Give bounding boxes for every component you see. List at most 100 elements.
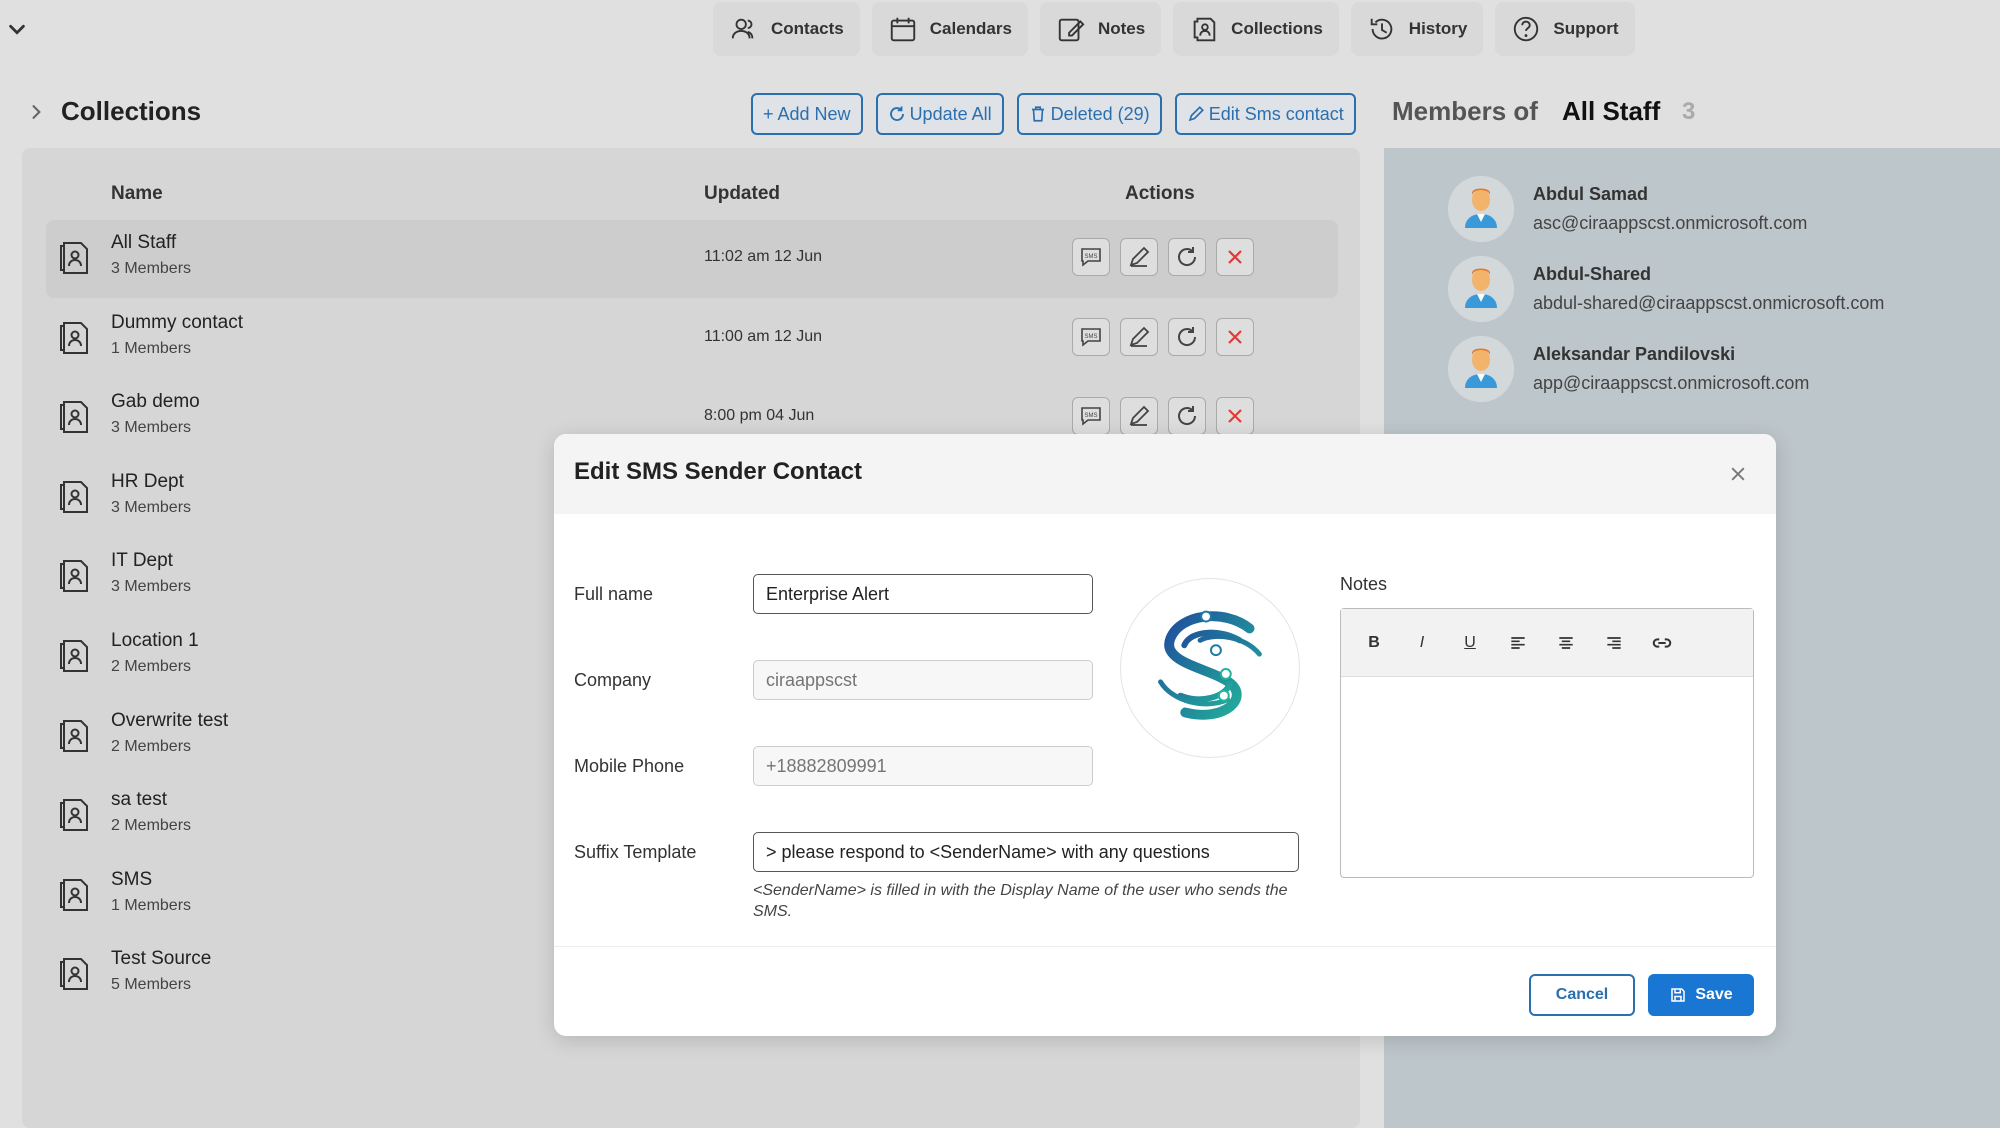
history-icon (1370, 18, 1393, 40)
close-icon (1228, 250, 1242, 264)
column-header-name[interactable]: Name (111, 183, 163, 205)
collection-name: SMS (111, 868, 153, 890)
update-all-button[interactable]: Update All (875, 93, 1004, 135)
italic-button[interactable]: I (1409, 630, 1435, 656)
edit-button[interactable] (1120, 317, 1158, 356)
collection-row[interactable]: Dummy contact 1 Members 11:00 am 12 Jun SMS (46, 300, 1338, 378)
sms-button[interactable]: SMS (1072, 397, 1110, 436)
company-label: Company (574, 670, 652, 690)
nav-label: Calendars (929, 19, 1012, 38)
column-header-actions: Actions (1125, 183, 1195, 204)
nav-notes[interactable]: Notes (1039, 2, 1162, 56)
pencil-icon (1129, 326, 1150, 347)
svg-text:SMS: SMS (1084, 254, 1097, 260)
collection-name: All Staff (111, 232, 177, 253)
company-input[interactable] (753, 660, 1093, 700)
refresh-button[interactable] (1168, 238, 1206, 276)
help-icon (1514, 16, 1539, 42)
nav-label: Notes (1097, 19, 1146, 38)
chevron-right-icon[interactable] (26, 102, 46, 122)
close-icon[interactable] (1728, 464, 1748, 484)
collection-name: Dummy contact (111, 311, 243, 333)
refresh-button[interactable] (1168, 317, 1206, 356)
align-center-button[interactable] (1553, 630, 1579, 656)
collection-updated: 8:00 pm 04 Jun (704, 407, 815, 425)
edit-button[interactable] (1120, 238, 1158, 276)
sms-button[interactable]: SMS (1072, 317, 1110, 356)
collection-members-count: 3 Members (111, 419, 192, 437)
user-avatar-icon (1448, 256, 1514, 322)
dialog-footer-divider (554, 946, 1776, 947)
top-navigation-bar: Contacts Calendars Notes Collections His… (0, 0, 2000, 82)
row-actions: SMS (1072, 397, 1254, 436)
member-item[interactable]: Aleksandar Pandilovski app@ciraappscst.on… (1448, 336, 1988, 408)
collections-toolbar: + Add New Update All Deleted (29) Edit S… (751, 93, 1356, 135)
page-title: Collections (61, 96, 202, 126)
collection-row[interactable]: All Staff 3 Members 11:02 am 12 Jun SMS (46, 220, 1338, 298)
sender-logo-icon (1158, 610, 1262, 720)
nav-label: Contacts (771, 19, 844, 38)
deleted-button[interactable]: Deleted (29) (1016, 93, 1162, 135)
member-item[interactable]: Abdul Samad asc@ciraappscst.onmicrosoft.c… (1448, 176, 1988, 248)
avatar (1448, 336, 1514, 402)
pencil-icon (1129, 405, 1150, 427)
chevron-down-icon[interactable] (6, 18, 28, 40)
collection-name: IT Dept (111, 550, 173, 572)
full-name-label: Full name (574, 584, 654, 604)
add-new-button[interactable]: + Add New (751, 93, 863, 135)
suffix-template-input[interactable] (753, 832, 1299, 872)
align-right-icon (1607, 636, 1621, 649)
column-header-updated[interactable]: Updated (704, 183, 780, 205)
sms-icon: SMS (1081, 248, 1101, 267)
nav-support[interactable]: Support (1495, 2, 1635, 56)
dialog-header: Edit SMS Sender Contact (554, 434, 1776, 514)
deleted-label: Deleted (29) (1050, 103, 1150, 124)
collection-members-count: 1 Members (111, 896, 192, 914)
mobile-phone-label: Mobile Phone (574, 756, 685, 776)
collection-icon (60, 878, 88, 911)
delete-button[interactable] (1216, 238, 1254, 276)
collection-name: Test Source (111, 948, 212, 970)
full-name-input[interactable] (753, 574, 1093, 614)
add-new-label: + Add New (763, 103, 851, 124)
align-right-button[interactable] (1601, 630, 1627, 656)
delete-button[interactable] (1216, 317, 1254, 356)
nav-calendars[interactable]: Calendars (871, 2, 1028, 56)
members-count: 3 (1682, 98, 1696, 125)
underline-button[interactable]: U (1457, 630, 1483, 656)
refresh-icon (889, 106, 904, 121)
edit-sms-sender-dialog: Edit SMS Sender Contact Full name Compan… (554, 434, 1776, 1036)
nav-collections[interactable]: Collections (1173, 2, 1339, 56)
link-button[interactable] (1649, 630, 1675, 656)
edit-button[interactable] (1120, 397, 1158, 436)
save-button[interactable]: Save (1648, 974, 1754, 1016)
sms-button[interactable]: SMS (1072, 238, 1110, 276)
calendar-icon (890, 17, 915, 42)
notes-editor[interactable]: B I U (1340, 608, 1754, 878)
nav-contacts[interactable]: Contacts (713, 2, 860, 56)
collections-icon (1193, 17, 1216, 42)
member-item[interactable]: Abdul-Shared abdul-shared@ciraappscst.onm… (1448, 256, 1988, 328)
member-name: Abdul Samad (1533, 184, 1649, 204)
contacts-icon (731, 18, 754, 39)
collection-updated: 11:00 am 12 Jun (704, 327, 823, 345)
collection-name: Gab demo (111, 391, 200, 413)
mobile-phone-input[interactable] (753, 746, 1093, 786)
bold-button[interactable]: B (1361, 630, 1387, 656)
collection-members-count: 3 Members (111, 260, 192, 277)
collection-icon (60, 480, 88, 513)
nav-history[interactable]: History (1350, 2, 1484, 56)
collection-icon (60, 321, 88, 354)
delete-button[interactable] (1216, 397, 1254, 436)
notes-label: Notes (1340, 574, 1388, 594)
pencil-icon (1188, 106, 1204, 122)
suffix-template-hint: <SenderName> is filled in with the Displ… (753, 882, 1288, 920)
edit-sms-contact-button[interactable]: Edit Sms contact (1174, 93, 1356, 135)
collection-name: HR Dept (111, 470, 184, 492)
cancel-button[interactable]: Cancel (1529, 974, 1635, 1016)
floppy-disk-icon (1671, 988, 1686, 1002)
align-left-button[interactable] (1505, 630, 1531, 656)
refresh-button[interactable] (1168, 397, 1206, 436)
collection-icon (60, 560, 88, 593)
contact-logo[interactable] (1120, 578, 1300, 758)
